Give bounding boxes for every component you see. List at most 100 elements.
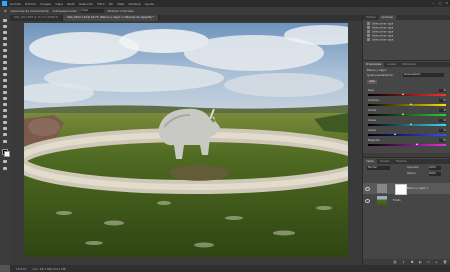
slider-rojos[interactable]: Rojos 40 xyxy=(368,89,446,98)
autoselect-checkbox[interactable]: Autoseleccionar: xyxy=(53,9,78,13)
quick-select-tool-icon[interactable] xyxy=(2,36,8,41)
slider-cianes[interactable]: Cianes 60 xyxy=(368,119,446,128)
brush-tool-icon[interactable] xyxy=(2,60,8,65)
visibility-eye-icon[interactable] xyxy=(365,187,370,191)
canvas-area[interactable] xyxy=(10,21,362,265)
slider-track[interactable] xyxy=(368,104,446,106)
crop-tool-icon[interactable] xyxy=(2,42,8,47)
zoom-tool-icon[interactable] xyxy=(2,132,8,137)
type-tool-icon[interactable] xyxy=(2,108,8,113)
hand-tool-icon[interactable] xyxy=(2,126,8,131)
photo-canvas[interactable] xyxy=(24,23,348,257)
history-brush-tool-icon[interactable] xyxy=(2,72,8,77)
auto-button[interactable]: Auto xyxy=(367,80,377,84)
quick-mask-icon[interactable] xyxy=(2,159,8,164)
photoshop-logo-icon[interactable] xyxy=(2,1,7,6)
slider-knob[interactable] xyxy=(410,102,412,105)
menu-ayuda[interactable]: Ayuda xyxy=(145,2,154,6)
slider-value[interactable]: 40 xyxy=(439,89,446,92)
slider-magentas[interactable]: Magentas 80 xyxy=(368,139,446,148)
visibility-eye-icon[interactable] xyxy=(365,199,370,203)
more-tools-icon[interactable] xyxy=(2,139,8,144)
shape-tool-icon[interactable] xyxy=(2,120,8,125)
properties-title: Blanco y negro xyxy=(367,69,387,72)
gradient-tool-icon[interactable] xyxy=(2,84,8,89)
menu-texto[interactable]: Texto xyxy=(67,2,75,6)
zoom-level[interactable]: 16,67% xyxy=(16,267,27,271)
tab-canales[interactable]: Canales xyxy=(377,159,393,164)
slider-value[interactable]: 60 xyxy=(439,99,446,102)
screen-mode-icon[interactable] xyxy=(2,166,8,171)
blur-tool-icon[interactable] xyxy=(2,90,8,95)
preset-dropdown[interactable]: Personalizado xyxy=(403,73,444,77)
tab-historia[interactable]: Historia xyxy=(363,15,379,20)
menu-vista[interactable]: Vista xyxy=(117,2,124,6)
slider-knob[interactable] xyxy=(402,112,404,115)
new-group-icon[interactable]: ▭ xyxy=(427,260,430,264)
new-layer-icon[interactable]: + xyxy=(435,260,438,264)
path-selection-tool-icon[interactable] xyxy=(2,114,8,119)
layer-row-blanco-y-negro[interactable]: Blanco y negro 1 xyxy=(363,183,450,195)
link-layers-icon[interactable]: ⛓ xyxy=(393,260,397,264)
pen-tool-icon[interactable] xyxy=(2,102,8,107)
layer-name[interactable]: Fondo xyxy=(393,199,401,202)
blend-mode-dropdown[interactable]: Normal xyxy=(367,166,390,170)
panel-divider xyxy=(363,60,450,61)
slider-track[interactable] xyxy=(368,114,446,116)
slider-amarillos[interactable]: Amarillos 60 xyxy=(368,99,446,108)
slider-value[interactable]: 60 xyxy=(439,119,446,122)
eraser-tool-icon[interactable] xyxy=(2,78,8,83)
history-item[interactable]: Seleccionar capa xyxy=(367,38,427,42)
dodge-tool-icon[interactable] xyxy=(2,96,8,101)
slider-value[interactable]: 20 xyxy=(439,129,446,132)
eyedropper-tool-icon[interactable] xyxy=(2,48,8,53)
menu-filtro[interactable]: Filtro xyxy=(97,2,104,6)
add-mask-icon[interactable]: ◘ xyxy=(411,260,413,264)
menu-capa[interactable]: Capa xyxy=(55,2,63,6)
tab-acciones[interactable]: Acciones xyxy=(378,15,396,20)
layer-name[interactable]: Blanco y negro 1 xyxy=(407,187,428,190)
tab-propiedades[interactable]: Propiedades xyxy=(363,62,385,67)
slider-verdes[interactable]: Verdes 40 xyxy=(368,109,446,118)
tab-capas[interactable]: Capas xyxy=(363,159,377,164)
fill-field[interactable]: 100% xyxy=(429,172,441,176)
maximize-icon[interactable]: □ xyxy=(439,1,442,5)
menu-seleccion[interactable]: Selección xyxy=(79,2,93,6)
slider-knob[interactable] xyxy=(410,122,412,125)
menu-imagen[interactable]: Imagen xyxy=(40,2,51,6)
slider-value[interactable]: 80 xyxy=(439,139,446,142)
slider-azules[interactable]: Azules 20 xyxy=(368,129,446,138)
opacity-field[interactable]: 100% xyxy=(429,166,441,170)
new-adjustment-icon[interactable]: ◐ xyxy=(419,260,422,264)
slider-track[interactable] xyxy=(368,94,446,96)
clone-stamp-tool-icon[interactable] xyxy=(2,66,8,71)
show-controls-checkbox[interactable]: Mostrar controles xyxy=(108,9,134,13)
marquee-tool-icon[interactable] xyxy=(2,24,8,29)
slider-knob[interactable] xyxy=(394,132,396,135)
menu-archivo[interactable]: Archivo xyxy=(10,2,21,6)
menu-edicion[interactable]: Edición xyxy=(25,2,36,6)
slider-track[interactable] xyxy=(368,124,446,126)
healing-brush-tool-icon[interactable] xyxy=(2,54,8,59)
move-tool-icon[interactable] xyxy=(2,18,8,23)
move-tool-icon[interactable]: ✥ xyxy=(4,9,7,13)
tab-trazados[interactable]: Trazados xyxy=(393,159,410,164)
trash-icon[interactable]: 🗑 xyxy=(443,260,447,264)
layer-mask-thumbnail[interactable] xyxy=(395,184,407,195)
minimize-icon[interactable]: — xyxy=(432,1,435,5)
lasso-tool-icon[interactable] xyxy=(2,30,8,35)
menu-ventana[interactable]: Ventana xyxy=(128,2,140,6)
close-icon[interactable]: ✕ xyxy=(445,1,448,5)
slider-track[interactable] xyxy=(368,134,446,136)
autoselect-dropdown[interactable]: Capa xyxy=(80,9,104,13)
slider-value[interactable]: 40 xyxy=(439,109,446,112)
layer-row-fondo[interactable]: Fondo xyxy=(363,195,450,206)
menu-3d[interactable]: 3D xyxy=(109,2,113,6)
slider-track[interactable] xyxy=(368,144,446,146)
history-panel-tabs: Historia Acciones xyxy=(363,15,450,20)
slider-knob[interactable] xyxy=(402,92,404,95)
tab-bibliotecas[interactable]: Bibliotecas xyxy=(399,62,419,67)
slider-knob[interactable] xyxy=(416,142,418,145)
tab-ajustes[interactable]: Ajustes xyxy=(384,62,399,67)
fx-icon[interactable]: ƒ xyxy=(403,260,404,264)
